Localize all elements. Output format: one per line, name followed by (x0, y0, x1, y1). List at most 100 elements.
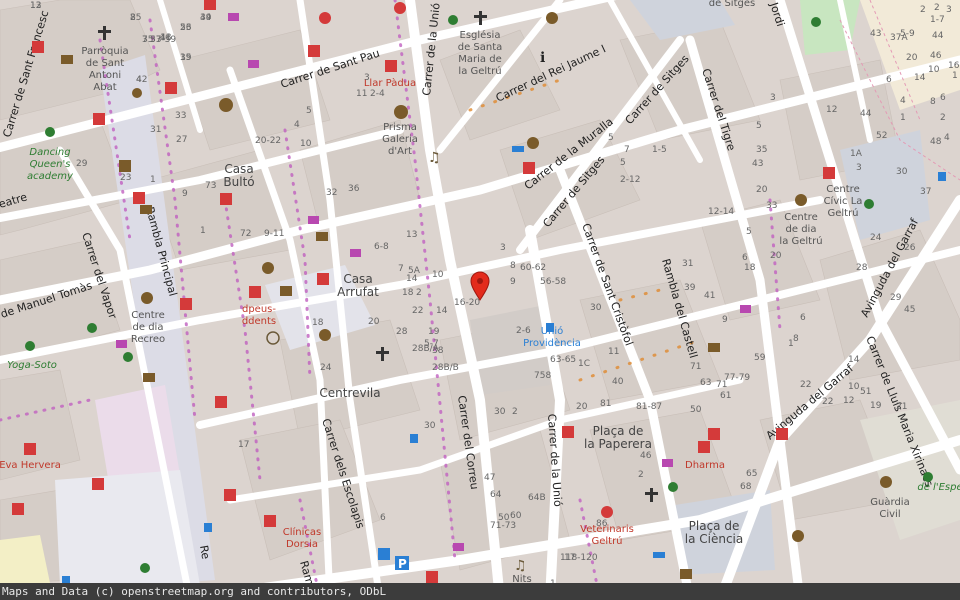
library-icon[interactable] (680, 569, 692, 579)
accessible-icon[interactable] (378, 548, 390, 560)
poi-casa-bulto[interactable]: Casa Bultó (223, 162, 254, 189)
pharmacy-icon[interactable] (249, 286, 261, 298)
house-number: 12 (843, 396, 854, 406)
map-view[interactable]: Carrer de Sant Pau Carrer de Sant France… (0, 0, 960, 600)
pharmacy-icon[interactable] (385, 60, 397, 72)
sports-icon[interactable] (25, 341, 35, 351)
house-number: 8 (510, 261, 516, 271)
community-icon[interactable] (923, 472, 933, 482)
dance-icon[interactable] (45, 127, 55, 137)
bus-stop-icon[interactable] (204, 523, 212, 532)
atm-icon[interactable] (316, 232, 328, 241)
vet-icon[interactable] (601, 506, 613, 518)
shop-icon[interactable] (228, 13, 239, 21)
toilets-icon[interactable] (132, 88, 142, 98)
poi-dancing[interactable]: Dancing Queen's academy (27, 147, 74, 182)
social-facility-icon[interactable] (795, 194, 807, 206)
playground-icon[interactable] (811, 17, 821, 27)
library-icon[interactable] (280, 286, 292, 296)
pharmacy-icon[interactable] (165, 82, 177, 94)
parking-icon[interactable]: P (395, 556, 409, 571)
bus-stop-icon[interactable] (546, 323, 554, 332)
cinema-icon[interactable] (119, 160, 131, 172)
post-icon[interactable] (61, 55, 73, 64)
pharmacy-icon[interactable] (133, 192, 145, 204)
taxi-icon[interactable] (792, 530, 804, 542)
community-icon[interactable] (864, 199, 874, 209)
poi-centre-dia-recreo[interactable]: Centre de dia Recreo (131, 310, 165, 345)
poi-dpeus[interactable]: dpeus- ddents (242, 304, 277, 327)
pharmacy-icon[interactable] (224, 489, 236, 501)
poi-llar-padua[interactable]: Llar Pàdua (364, 77, 416, 89)
shop-icon[interactable] (350, 249, 361, 257)
pharmacy-icon[interactable] (523, 162, 535, 174)
music-icon[interactable]: ♫ (428, 150, 441, 166)
palette-icon[interactable] (219, 98, 233, 112)
community-icon[interactable] (87, 323, 97, 333)
house-number: 10 (928, 65, 940, 75)
house-number: 37 (920, 187, 931, 197)
svg-text:Civil: Civil (879, 509, 900, 520)
map-canvas[interactable]: Carrer de Sant Pau Carrer de Sant France… (0, 0, 960, 600)
pharmacy-icon[interactable] (93, 113, 105, 125)
pharmacy-icon[interactable] (308, 45, 320, 57)
pharmacy-icon[interactable] (204, 0, 216, 10)
house-number: 71 (690, 362, 701, 372)
town-hall-icon[interactable] (319, 329, 331, 341)
pharmacy-icon[interactable] (32, 41, 44, 53)
bus-stop-icon[interactable] (410, 434, 418, 443)
atm-icon[interactable] (708, 343, 720, 352)
bus-stop-icon[interactable] (938, 172, 946, 181)
sports-icon[interactable] (448, 15, 458, 25)
info-point-icon[interactable]: ℹ (540, 50, 545, 66)
cafe-icon[interactable] (527, 137, 539, 149)
poi-espera[interactable]: de l'Espe (917, 482, 960, 493)
poi-centre-civic[interactable]: Centre Cívic La Geltrú (824, 184, 863, 219)
place-centrevila[interactable]: Centrevila (319, 386, 380, 400)
pharmacy-icon[interactable] (24, 443, 36, 455)
pharmacy-icon[interactable] (708, 428, 720, 440)
poi-de-sitges[interactable]: de Sitges (709, 0, 755, 9)
pharmacy-icon[interactable] (180, 298, 192, 310)
pharmacy-icon[interactable] (264, 515, 276, 527)
pharmacy-icon[interactable] (12, 503, 24, 515)
shop-icon[interactable] (662, 459, 673, 467)
poi-yoga[interactable]: Yoga-Soto (7, 360, 57, 371)
hotel-icon[interactable] (512, 146, 524, 152)
social-facility-icon[interactable] (880, 476, 892, 488)
poi-placa-paperera[interactable]: Plaça de la Paperera (584, 424, 652, 451)
atm-icon[interactable] (143, 373, 155, 382)
poi-dharma[interactable]: Dharma (685, 460, 725, 471)
vet-icon[interactable] (319, 12, 331, 24)
pharmacy-icon[interactable] (698, 441, 710, 453)
shop-icon[interactable] (740, 305, 751, 313)
shop-icon[interactable] (116, 340, 127, 348)
pharmacy-icon[interactable] (92, 478, 104, 490)
pharmacy-icon[interactable] (823, 167, 835, 179)
social-facility-icon[interactable] (546, 12, 558, 24)
theatre-icon[interactable] (262, 262, 274, 274)
attribution: Maps and Data (c) openstreetmap.org and … (0, 583, 960, 600)
community-icon[interactable] (140, 563, 150, 573)
pharmacy-icon[interactable] (426, 571, 438, 583)
poi-eva-hervera[interactable]: Eva Hervera (0, 460, 61, 471)
music-icon[interactable]: ♫ (514, 558, 527, 574)
poi-placa-ciencia[interactable]: Plaça de la Ciència (685, 519, 744, 546)
shop-icon[interactable] (248, 60, 259, 68)
sports-icon[interactable] (668, 482, 678, 492)
pharmacy-icon[interactable] (562, 426, 574, 438)
atm-icon[interactable] (140, 205, 152, 214)
shop-icon[interactable] (308, 216, 319, 224)
palette-icon[interactable] (394, 105, 408, 119)
vet-icon[interactable] (394, 2, 406, 14)
pharmacy-icon[interactable] (776, 428, 788, 440)
sports-icon[interactable] (123, 352, 133, 362)
social-facility-icon[interactable] (141, 292, 153, 304)
svg-text:Dancing: Dancing (29, 147, 70, 158)
shop-icon[interactable] (453, 543, 464, 551)
pharmacy-icon[interactable] (317, 273, 329, 285)
poi-centre-dia-geltru[interactable]: Centre de dia la Geltrú (779, 212, 822, 247)
pharmacy-icon[interactable] (220, 193, 232, 205)
hotel-icon[interactable] (653, 552, 665, 558)
pharmacy-icon[interactable] (215, 396, 227, 408)
